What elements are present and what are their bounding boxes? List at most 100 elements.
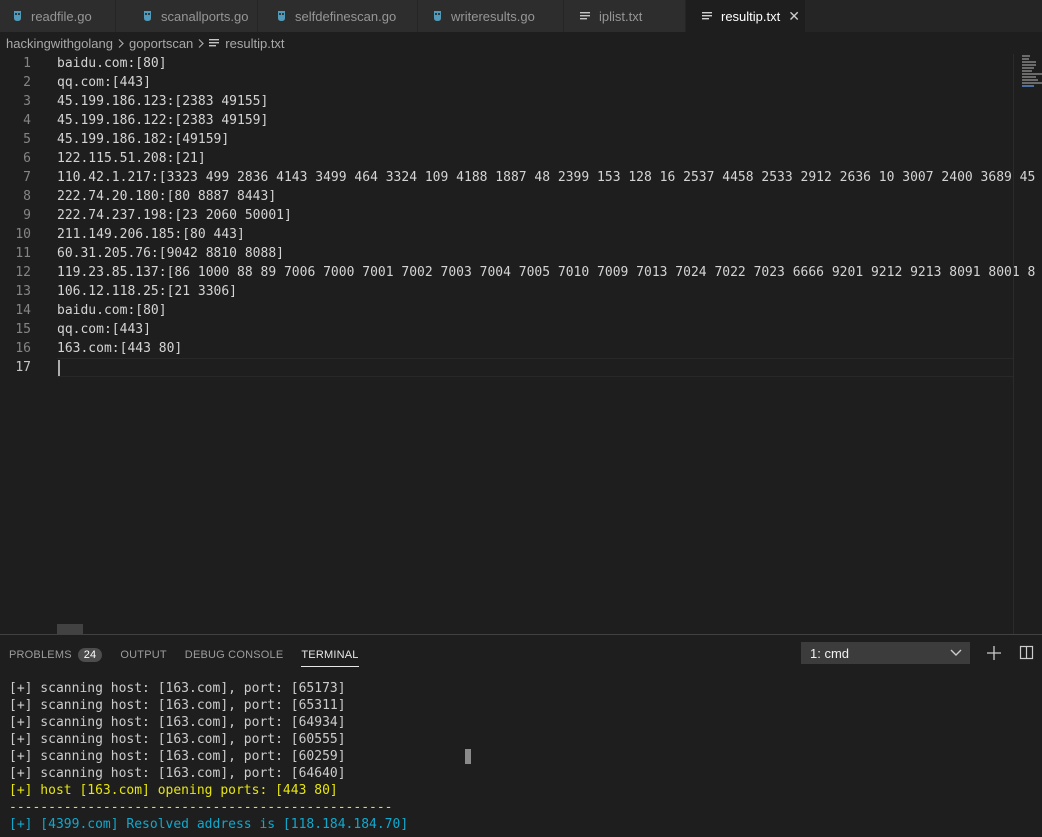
panel-tabs: PROBLEMS 24 OUTPUT DEBUG CONSOLE TERMINA…: [9, 643, 377, 667]
line-number: 16: [15, 341, 31, 356]
tab-label: scanallports.go: [161, 8, 249, 24]
line-number: 15: [15, 322, 31, 337]
tab-label: OUTPUT: [120, 649, 167, 661]
terminal-line: [+] scanning host: [163.com], port: [646…: [9, 766, 346, 781]
line-number: 3: [23, 94, 31, 109]
text-cursor: [58, 360, 60, 376]
text-file-icon: [580, 11, 591, 21]
split-terminal-icon[interactable]: [1018, 644, 1036, 662]
breadcrumb-item-goportscan[interactable]: goportscan: [129, 36, 193, 51]
minimap-line: [1022, 79, 1038, 81]
line-number: 11: [15, 246, 31, 261]
go-file-icon: [432, 10, 443, 22]
line-content[interactable]: 60.31.205.76:[9042 8810 8088]: [57, 244, 284, 263]
problems-count-badge: 24: [77, 648, 103, 662]
minimap-line: [1022, 67, 1034, 69]
minimap-line: [1022, 82, 1042, 84]
editor-line: 2 qq.com:[443]: [0, 73, 1014, 92]
line-content[interactable]: 119.23.85.137:[86 1000 88 89 7006 7000 7…: [57, 263, 1035, 282]
tab-resultip-txt[interactable]: resultip.txt ✕: [686, 0, 806, 32]
terminal-cursor: [465, 749, 471, 764]
line-content[interactable]: qq.com:[443]: [57, 73, 151, 92]
tab-label: selfdefinescan.go: [295, 8, 397, 24]
line-content[interactable]: 45.199.186.182:[49159]: [57, 130, 229, 149]
tab-debug-console[interactable]: DEBUG CONSOLE: [185, 643, 284, 667]
terminal-line: [+] scanning host: [163.com], port: [653…: [9, 698, 346, 713]
editor-line: 10 211.149.206.185:[80 443]: [0, 225, 1014, 244]
tab-label: TERMINAL: [301, 648, 359, 661]
line-number: 7: [23, 170, 31, 185]
editor-line: 1 baidu.com:[80]: [0, 54, 1014, 73]
editor-line: 9 222.74.237.198:[23 2060 50001]: [0, 206, 1014, 225]
tab-label: DEBUG CONSOLE: [184, 649, 284, 661]
bottom-panel: PROBLEMS 24 OUTPUT DEBUG CONSOLE TERMINA…: [0, 634, 1042, 837]
tab-iplist-txt[interactable]: iplist.txt: [564, 0, 686, 32]
editor-line: 5 45.199.186.182:[49159]: [0, 130, 1014, 149]
vertical-scrollbar[interactable]: [1013, 54, 1014, 634]
minimap-line: [1022, 70, 1032, 72]
editor-line: 6 122.115.51.208:[21]: [0, 149, 1014, 168]
line-number: 9: [23, 208, 31, 223]
line-content[interactable]: baidu.com:[80]: [57, 54, 167, 73]
chevron-down-icon: [950, 645, 962, 662]
tab-selfdefinescan-go[interactable]: selfdefinescan.go: [258, 0, 418, 32]
tab-problems[interactable]: PROBLEMS 24: [9, 643, 103, 667]
editor-line: 8 222.74.20.180:[80 8887 8443]: [0, 187, 1014, 206]
go-file-icon: [12, 10, 23, 22]
tab-output[interactable]: OUTPUT: [120, 643, 166, 667]
line-content[interactable]: 122.115.51.208:[21]: [57, 149, 206, 168]
editor-line: 7 110.42.1.217:[3323 499 2836 4143 3499 4…: [0, 168, 1035, 187]
code-editor[interactable]: 1 baidu.com:[80] 2 qq.com:[443] 3 45.199.18…: [0, 54, 1042, 634]
breadcrumb-item-hackingwithgolang[interactable]: hackingwithgolang: [6, 36, 113, 51]
editor-line: 13 106.12.118.25:[21 3306]: [0, 282, 1014, 301]
editor-line: 16 163.com:[443 80]: [0, 339, 1014, 358]
chevron-right-icon: [118, 36, 124, 51]
terminal-output[interactable]: [+] scanning host: [163.com], port: [651…: [9, 680, 408, 833]
line-content[interactable]: 106.12.118.25:[21 3306]: [57, 282, 237, 301]
tab-label: writeresults.go: [451, 8, 535, 24]
tab-readfile-go[interactable]: readfile.go: [0, 0, 116, 32]
terminal-select-value: 1: cmd: [810, 645, 850, 661]
line-number: 14: [15, 303, 31, 318]
horizontal-scrollbar-thumb[interactable]: [57, 624, 83, 634]
line-number: 6: [23, 151, 31, 166]
editor-line: 11 60.31.205.76:[9042 8810 8088]: [0, 244, 1014, 263]
line-content[interactable]: 222.74.20.180:[80 8887 8443]: [57, 187, 276, 206]
tab-writeresults-go[interactable]: writeresults.go: [418, 0, 564, 32]
breadcrumb: hackingwithgolang goportscan resultip.tx…: [0, 32, 1042, 54]
line-content[interactable]: 211.149.206.185:[80 443]: [57, 225, 245, 244]
line-number: 10: [15, 227, 31, 242]
line-content[interactable]: 222.74.237.198:[23 2060 50001]: [57, 206, 292, 225]
minimap-line: [1022, 55, 1030, 57]
line-number: 1: [23, 56, 31, 71]
line-content[interactable]: 45.199.186.123:[2383 49155]: [57, 92, 268, 111]
line-content[interactable]: 110.42.1.217:[3323 499 2836 4143 3499 46…: [57, 168, 1035, 187]
line-content[interactable]: 163.com:[443 80]: [57, 339, 182, 358]
minimap-line: [1022, 58, 1029, 60]
minimap-line: [1022, 76, 1036, 78]
editor-line: 15 qq.com:[443]: [0, 320, 1014, 339]
line-content[interactable]: 45.199.186.122:[2383 49159]: [57, 111, 268, 130]
text-file-icon: [702, 11, 713, 21]
breadcrumb-item-resultip-txt[interactable]: resultip.txt: [225, 36, 284, 51]
minimap-line: [1022, 73, 1042, 75]
terminal-select[interactable]: 1: cmd: [801, 642, 970, 664]
line-number: 4: [23, 113, 31, 128]
editor-line: 17: [0, 358, 1014, 377]
terminal-line: [+] scanning host: [163.com], port: [649…: [9, 715, 346, 730]
new-terminal-icon[interactable]: [985, 644, 1003, 662]
editor-line: 14 baidu.com:[80]: [0, 301, 1014, 320]
tab-scanallports-go[interactable]: scanallports.go: [116, 0, 258, 32]
go-file-icon: [276, 10, 287, 22]
tab-label: PROBLEMS: [9, 649, 72, 661]
close-icon[interactable]: ✕: [788, 8, 800, 25]
line-content[interactable]: baidu.com:[80]: [57, 301, 167, 320]
tab-label: resultip.txt: [721, 8, 781, 24]
line-number: 2: [23, 75, 31, 90]
tab-label: readfile.go: [31, 8, 92, 24]
terminal-line: [+] scanning host: [163.com], port: [605…: [9, 732, 346, 747]
editor-line: 12 119.23.85.137:[86 1000 88 89 7006 7000…: [0, 263, 1035, 282]
line-content[interactable]: qq.com:[443]: [57, 320, 151, 339]
tab-terminal[interactable]: TERMINAL: [301, 643, 359, 667]
minimap[interactable]: [1022, 54, 1042, 94]
